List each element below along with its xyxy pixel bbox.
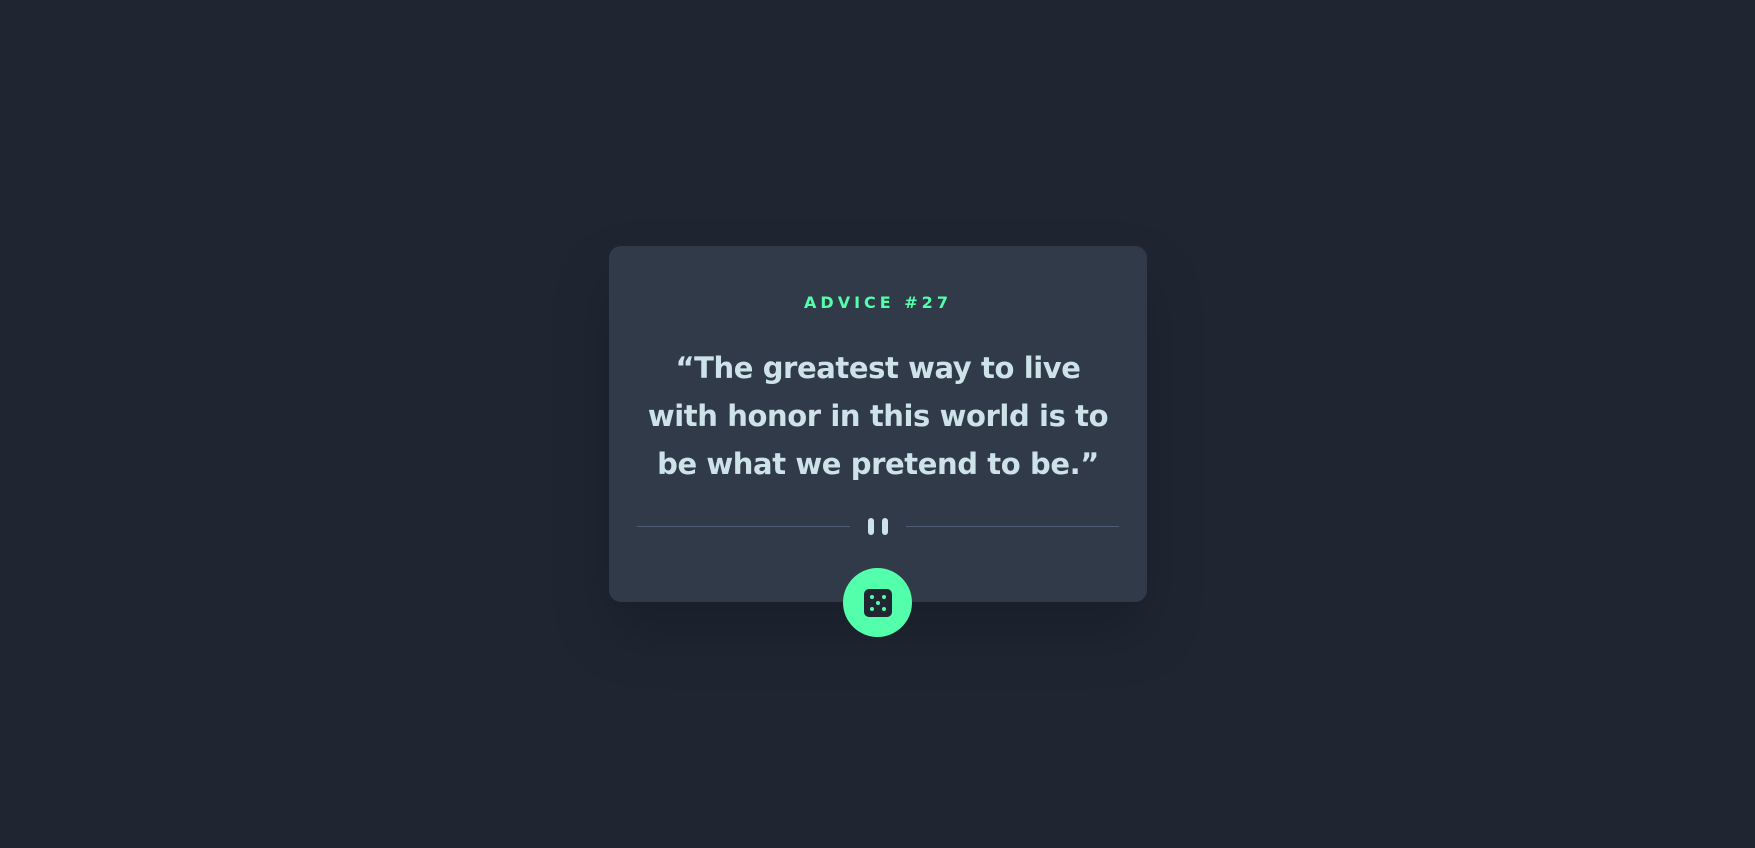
advice-quote: “The greatest way to live with honor in … (647, 351, 1109, 481)
advice-card: ADVICE #27 “The greatest way to live wit… (609, 246, 1147, 637)
advice-number: ADVICE #27 (804, 293, 952, 312)
pause-bar-right (882, 517, 888, 535)
divider-line-right (906, 525, 1119, 527)
dice-icon (863, 588, 892, 617)
pause-icon (850, 517, 906, 535)
divider-line-left (637, 525, 850, 527)
pattern-divider (637, 516, 1119, 536)
generate-advice-button[interactable] (843, 568, 912, 637)
pause-bar-left (868, 517, 874, 535)
